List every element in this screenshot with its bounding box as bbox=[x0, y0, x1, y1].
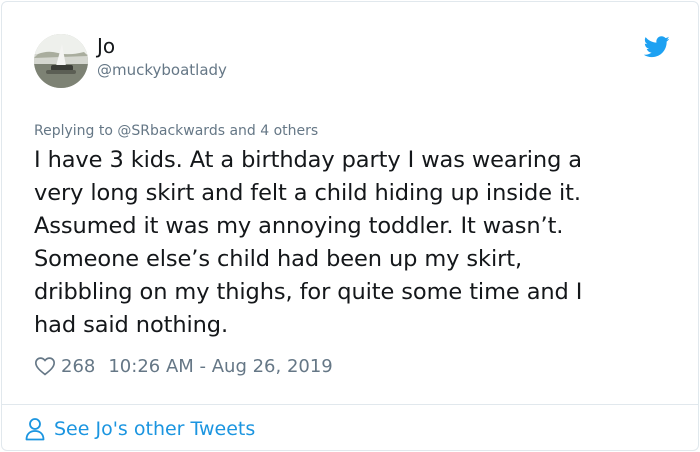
person-icon bbox=[25, 418, 45, 441]
tweet-meta: 268 10:26 AM - Aug 26, 2019 bbox=[34, 352, 333, 380]
heart-icon[interactable] bbox=[34, 355, 56, 377]
twitter-bird-icon[interactable] bbox=[644, 36, 670, 58]
tweet-text: I have 3 kids. At a birthday party I was… bbox=[34, 147, 583, 338]
like-count[interactable]: 268 bbox=[61, 356, 95, 377]
author-name[interactable]: Jo bbox=[97, 32, 115, 60]
divider bbox=[2, 404, 698, 405]
author-handle[interactable]: @muckyboatlady bbox=[97, 60, 227, 80]
reply-prefix: Replying to bbox=[34, 123, 118, 139]
reply-context: Replying to @SRbackwards and 4 others bbox=[34, 121, 318, 141]
tweet-card: Jo @muckyboatlady Replying to @SRbackwar… bbox=[1, 1, 699, 451]
avatar-photo bbox=[34, 34, 88, 88]
reply-targets-link[interactable]: @SRbackwards and 4 others bbox=[117, 123, 318, 139]
avatar[interactable] bbox=[34, 34, 88, 88]
tweet-timestamp[interactable]: 10:26 AM - Aug 26, 2019 bbox=[108, 356, 332, 377]
see-other-tweets-label: See Jo's other Tweets bbox=[54, 418, 256, 440]
see-other-tweets-link[interactable]: See Jo's other Tweets bbox=[24, 415, 255, 443]
